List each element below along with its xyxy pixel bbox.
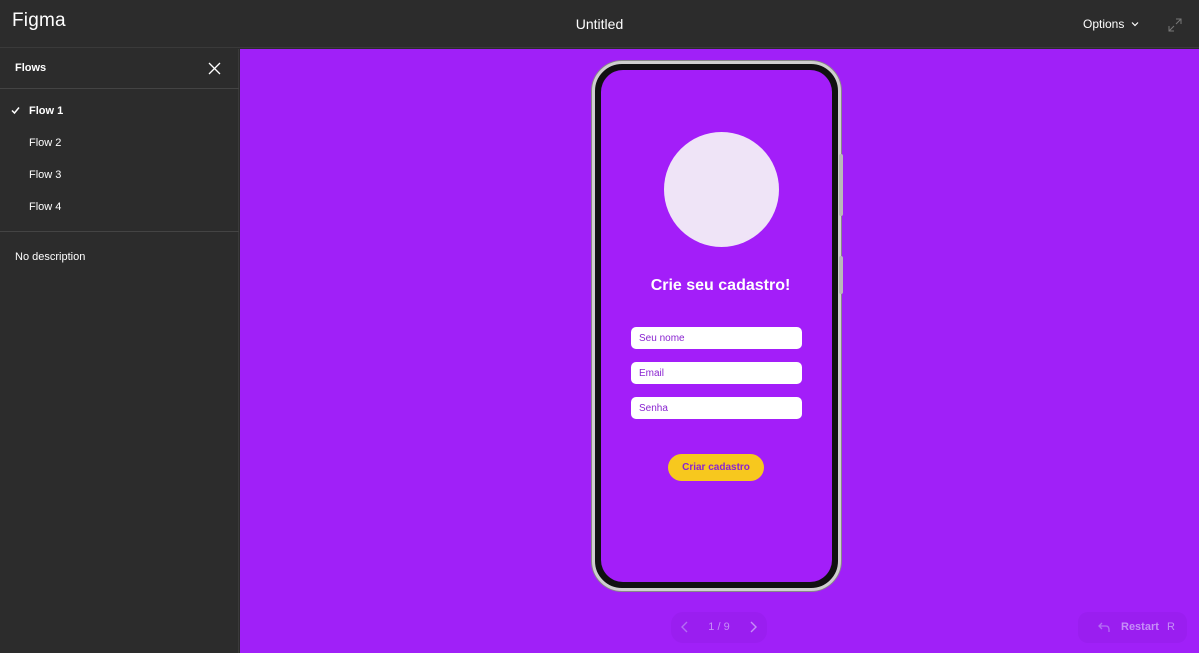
device-frame: Crie seu cadastro! Criar cadastro — [592, 61, 843, 591]
name-field[interactable] — [631, 327, 802, 349]
sidebar-item-flow-4[interactable]: Flow 4 — [0, 191, 239, 223]
chevron-right-icon[interactable] — [748, 620, 758, 634]
create-account-button[interactable]: Criar cadastro — [668, 454, 764, 481]
device-side-button — [839, 256, 843, 294]
flow-description: No description — [15, 251, 86, 263]
sidebar-header: Flows — [0, 49, 239, 89]
sidebar-title: Flows — [15, 62, 47, 74]
device-screen: Crie seu cadastro! Criar cadastro — [601, 70, 832, 582]
options-menu-button[interactable]: Options — [1083, 17, 1139, 31]
signup-heading: Crie seu cadastro! — [650, 277, 791, 294]
sidebar-item-flow-2[interactable]: Flow 2 — [0, 127, 239, 159]
prototype-canvas: Crie seu cadastro! Criar cadastro 1 / 9 … — [240, 49, 1199, 653]
flow-label: Flow 1 — [29, 105, 64, 117]
device-side-button — [839, 154, 843, 216]
email-field[interactable] — [631, 362, 802, 384]
top-bar: Figma Untitled Options — [0, 0, 1199, 48]
flow-label: Flow 3 — [29, 169, 62, 181]
options-label: Options — [1083, 17, 1125, 31]
document-title: Untitled — [575, 16, 624, 32]
expand-icon[interactable] — [1167, 17, 1183, 33]
sidebar-item-flow-1[interactable]: Flow 1 — [0, 95, 239, 127]
password-field[interactable] — [631, 397, 802, 419]
flow-label: Flow 4 — [29, 201, 62, 213]
restart-label: Restart — [1121, 621, 1159, 633]
checkmark-icon — [11, 107, 20, 115]
restart-shortcut: R — [1167, 621, 1175, 633]
flows-sidebar: Flows Flow 1 Flow 2 Flow 3 Flow 4 No des… — [0, 49, 239, 653]
flow-label: Flow 2 — [29, 137, 62, 149]
restart-arrow-icon — [1098, 622, 1110, 632]
sidebar-divider — [0, 231, 239, 232]
close-icon[interactable] — [207, 61, 222, 76]
frame-pager: 1 / 9 — [671, 612, 767, 643]
avatar-placeholder[interactable] — [664, 132, 779, 247]
chevron-down-icon — [1131, 22, 1139, 27]
sidebar-item-flow-3[interactable]: Flow 3 — [0, 159, 239, 191]
restart-button[interactable]: Restart R — [1078, 612, 1187, 643]
